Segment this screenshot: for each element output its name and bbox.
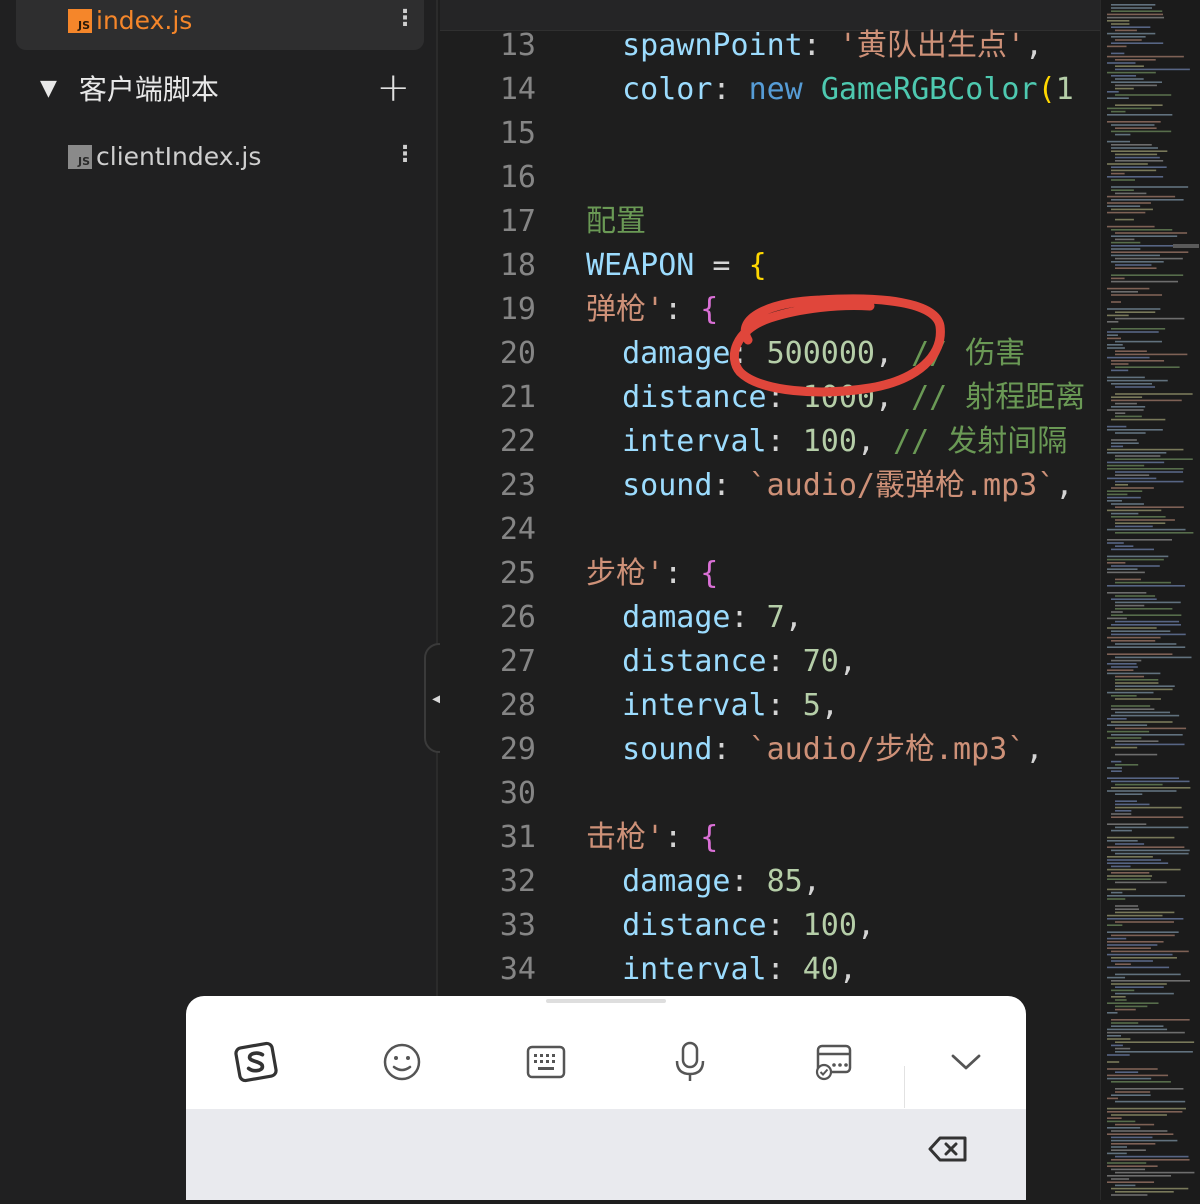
line-number: 17 <box>499 204 536 239</box>
backspace-icon[interactable] <box>928 1135 972 1165</box>
emoji-icon[interactable] <box>380 1040 424 1084</box>
minimap[interactable] <box>1100 0 1200 1200</box>
line-number: 14 <box>499 72 536 107</box>
file-menu-icon[interactable]: ⋮ <box>394 142 416 167</box>
code-line: 步枪': { <box>586 556 719 591</box>
code-line: sound: `audio/霰弹枪.mp3`, <box>622 468 1074 503</box>
code-line: distance: 70, <box>622 644 857 679</box>
line-number: 33 <box>499 908 536 943</box>
line-number: 13 <box>499 28 536 63</box>
js-file-icon: JS <box>68 8 92 33</box>
file-name: index.js <box>96 6 193 35</box>
line-number: 18 <box>499 248 536 283</box>
code-line: color: new GameRGBColor(1 <box>622 72 1074 107</box>
file-item-index-js-content: JS index.js <box>68 6 192 35</box>
toolbar-separator <box>904 1066 905 1108</box>
add-file-icon[interactable]: + <box>376 66 410 110</box>
line-number: 19 <box>499 292 536 327</box>
minimap-preview <box>1107 4 1199 1196</box>
code-line: sound: `audio/步枪.mp3`, <box>622 732 1044 767</box>
line-number: 16 <box>499 160 536 195</box>
line-number: 24 <box>499 512 536 547</box>
line-number: 28 <box>499 688 536 723</box>
clipboard-icon[interactable] <box>812 1040 856 1084</box>
line-number: 21 <box>499 380 536 415</box>
line-number: 27 <box>499 644 536 679</box>
ime-keyboard-panel <box>186 996 1026 1200</box>
code-line: interval: 100, // 发射间隔 <box>622 424 1068 459</box>
code-line: distance: 1000, // 射程距离 <box>622 380 1086 415</box>
js-file-icon: JS <box>68 144 92 169</box>
line-number: 30 <box>499 776 536 811</box>
keyboard-key-area[interactable] <box>186 1109 1026 1200</box>
code-line: interval: 40, <box>622 952 857 987</box>
code-line: damage: 500000, // 伤害 <box>622 336 1026 371</box>
file-name: clientIndex.js <box>96 142 262 171</box>
file-item-clientindex-js[interactable]: JS clientIndex.js <box>68 142 261 171</box>
keyboard-drag-handle[interactable] <box>546 999 666 1003</box>
line-number: 26 <box>499 600 536 635</box>
code-line: interval: 5, <box>622 688 839 723</box>
sogou-logo-icon[interactable] <box>234 1040 278 1084</box>
line-number: 34 <box>499 952 536 987</box>
line-number: 20 <box>499 336 536 371</box>
code-line: distance: 100, <box>622 908 875 943</box>
line-number: 23 <box>499 468 536 503</box>
line-number: 15 <box>499 116 536 151</box>
keyboard-icon[interactable] <box>524 1040 568 1084</box>
line-number: 32 <box>499 864 536 899</box>
ime-toolbar <box>186 1010 1026 1110</box>
code-line: 弹枪': { <box>586 292 719 327</box>
line-number: 22 <box>499 424 536 459</box>
microphone-icon[interactable] <box>668 1040 712 1084</box>
line-number: 25 <box>499 556 536 591</box>
folder-client-scripts[interactable]: ▼ 客户端脚本 + <box>40 66 410 110</box>
code-line: damage: 7, <box>622 600 803 635</box>
line-number: 29 <box>499 732 536 767</box>
code-line: 击枪': { <box>586 820 719 855</box>
chevron-down-icon[interactable] <box>944 1040 988 1084</box>
code-line: spawnPoint: '黄队出生点', <box>622 28 1044 63</box>
folder-collapse-icon[interactable]: ▼ <box>40 76 57 101</box>
code-line: damage: 85, <box>622 864 821 899</box>
code-line: WEAPON = { <box>586 248 767 283</box>
folder-label: 客户端脚本 <box>78 73 219 106</box>
file-menu-icon[interactable]: ⋮ <box>394 6 416 31</box>
code-line: 配置 <box>586 204 646 239</box>
line-number: 31 <box>499 820 536 855</box>
